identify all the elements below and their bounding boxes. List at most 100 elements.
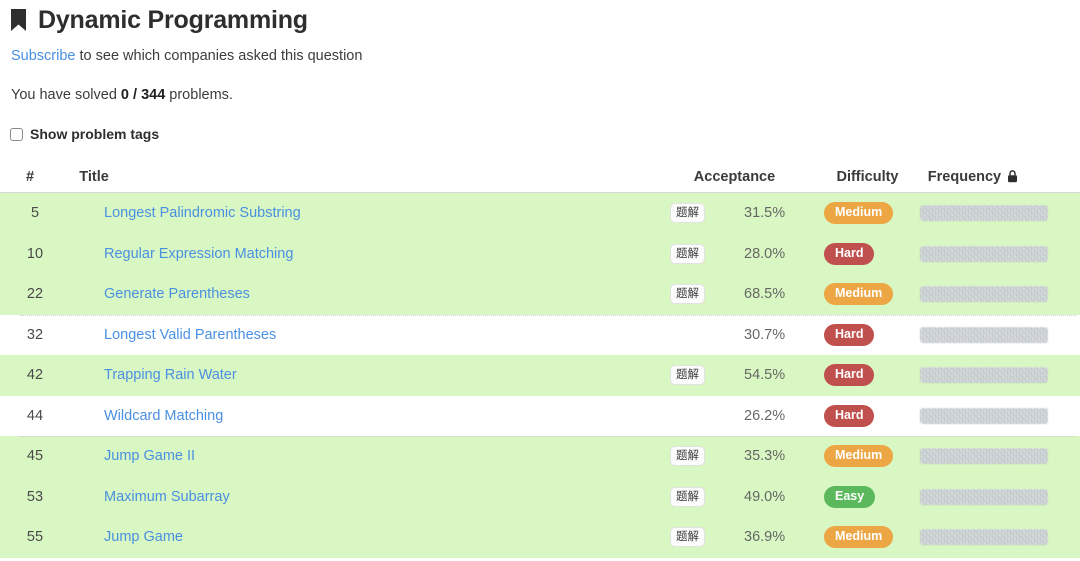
problem-title-cell: Generate Parentheses bbox=[82, 285, 670, 303]
problem-number: 53 bbox=[26, 488, 44, 505]
problem-title-link[interactable]: Jump Game II bbox=[104, 448, 195, 464]
difficulty-cell: Medium bbox=[820, 445, 920, 468]
difficulty-cell: Medium bbox=[820, 283, 920, 306]
problems-table: # Title Acceptance Difficulty Frequency … bbox=[0, 161, 1080, 558]
difficulty-badge: Hard bbox=[824, 364, 875, 387]
frequency-bar-blurred bbox=[920, 448, 1048, 465]
solution-cell: 题解 bbox=[670, 486, 728, 507]
problem-title-link[interactable]: Wildcard Matching bbox=[104, 408, 223, 424]
acceptance-rate: 26.2% bbox=[744, 407, 786, 424]
solution-badge[interactable]: 题解 bbox=[670, 365, 705, 386]
acceptance-rate: 54.5% bbox=[744, 367, 786, 384]
difficulty-cell: Easy bbox=[820, 485, 920, 508]
difficulty-cell: Medium bbox=[820, 202, 920, 225]
acceptance-rate: 28.0% bbox=[744, 245, 786, 262]
difficulty-cell: Hard bbox=[820, 404, 920, 427]
column-header-difficulty[interactable]: Difficulty bbox=[836, 168, 927, 186]
frequency-cell bbox=[920, 286, 1080, 303]
solution-badge[interactable]: 题解 bbox=[670, 284, 705, 305]
solution-cell: 题解 bbox=[670, 284, 728, 305]
problem-number: 44 bbox=[26, 407, 44, 424]
solution-badge[interactable]: 题解 bbox=[670, 486, 705, 507]
table-body: 5 Longest Palindromic Substring 题解 31.5% Med… bbox=[0, 193, 1080, 558]
frequency-cell bbox=[920, 529, 1080, 546]
problem-number: 5 bbox=[30, 205, 40, 222]
acceptance-rate: 36.9% bbox=[744, 529, 786, 546]
frequency-bar-blurred bbox=[920, 286, 1048, 303]
table-row[interactable]: 10 Regular Expression Matching 题解 28.0% Hard bbox=[0, 233, 1080, 274]
acceptance-rate: 30.7% bbox=[744, 326, 786, 343]
column-header-number[interactable]: # bbox=[0, 168, 79, 186]
subscribe-link[interactable]: Subscribe bbox=[11, 48, 75, 64]
problem-number: 55 bbox=[26, 529, 44, 546]
difficulty-badge: Medium bbox=[824, 283, 894, 306]
bookmark-icon bbox=[11, 9, 26, 31]
frequency-cell bbox=[920, 205, 1080, 222]
table-row[interactable]: 45 Jump Game II 题解 35.3% Medium bbox=[0, 436, 1080, 477]
difficulty-badge: Hard bbox=[824, 242, 875, 265]
difficulty-badge: Hard bbox=[824, 323, 875, 346]
problem-title-link[interactable]: Longest Valid Parentheses bbox=[104, 327, 276, 343]
lock-icon bbox=[1008, 170, 1018, 183]
problem-title-link[interactable]: Jump Game bbox=[104, 529, 183, 545]
problem-title-link[interactable]: Trapping Rain Water bbox=[104, 367, 237, 383]
table-row[interactable]: 42 Trapping Rain Water 题解 54.5% Hard bbox=[0, 355, 1080, 396]
difficulty-cell: Hard bbox=[820, 323, 920, 346]
solved-progress: You have solved 0 / 344 problems. bbox=[0, 86, 1080, 105]
frequency-bar-blurred bbox=[920, 529, 1048, 546]
difficulty-badge: Easy bbox=[824, 485, 876, 508]
difficulty-badge: Medium bbox=[824, 202, 894, 225]
table-row[interactable]: 44 Wildcard Matching 26.2% Hard bbox=[0, 395, 1080, 436]
solution-badge[interactable]: 题解 bbox=[670, 446, 705, 467]
problem-title-link[interactable]: Longest Palindromic Substring bbox=[104, 205, 301, 221]
problem-title-link[interactable]: Generate Parentheses bbox=[104, 286, 250, 302]
table-row[interactable]: 55 Jump Game 题解 36.9% Medium bbox=[0, 517, 1080, 558]
difficulty-cell: Hard bbox=[820, 364, 920, 387]
show-problem-tags-label[interactable]: Show problem tags bbox=[30, 126, 159, 142]
column-header-acceptance[interactable]: Acceptance bbox=[694, 168, 837, 186]
problem-number: 32 bbox=[26, 326, 44, 343]
acceptance-rate: 35.3% bbox=[744, 448, 786, 465]
solution-cell: 题解 bbox=[670, 203, 728, 224]
problem-number: 42 bbox=[26, 367, 44, 384]
table-row[interactable]: 53 Maximum Subarray 题解 49.0% Easy bbox=[0, 476, 1080, 517]
problem-title-cell: Maximum Subarray bbox=[82, 488, 670, 506]
column-header-frequency-label: Frequency bbox=[927, 168, 1002, 185]
solution-badge[interactable]: 题解 bbox=[670, 527, 705, 548]
acceptance-rate: 49.0% bbox=[744, 488, 786, 505]
problem-title-cell: Regular Expression Matching bbox=[82, 245, 670, 263]
problem-number: 22 bbox=[26, 286, 44, 303]
solution-badge[interactable]: 题解 bbox=[670, 243, 705, 264]
column-header-frequency[interactable]: Frequency bbox=[928, 168, 1080, 186]
frequency-bar-blurred bbox=[920, 488, 1048, 505]
solution-cell: 题解 bbox=[670, 527, 728, 548]
page-title: Dynamic Programming bbox=[38, 6, 308, 34]
frequency-bar-blurred bbox=[920, 245, 1048, 262]
frequency-cell bbox=[920, 245, 1080, 262]
subscribe-notice: Subscribe to see which companies asked t… bbox=[0, 47, 1080, 66]
solution-badge[interactable]: 题解 bbox=[670, 203, 705, 224]
table-row[interactable]: 32 Longest Valid Parentheses 30.7% Hard bbox=[0, 314, 1080, 355]
table-row[interactable]: 22 Generate Parentheses 题解 68.5% Medium bbox=[0, 274, 1080, 315]
column-header-title[interactable]: Title bbox=[79, 168, 638, 186]
problem-number: 10 bbox=[26, 245, 44, 262]
problem-title-cell: Longest Valid Parentheses bbox=[82, 326, 670, 344]
show-problem-tags-row[interactable]: Show problem tags bbox=[0, 126, 1080, 142]
solved-prefix: You have solved bbox=[11, 87, 121, 103]
problem-title-link[interactable]: Maximum Subarray bbox=[104, 489, 230, 505]
frequency-bar-blurred bbox=[920, 205, 1048, 222]
solution-cell: 题解 bbox=[670, 365, 728, 386]
frequency-bar-blurred bbox=[920, 367, 1048, 384]
difficulty-cell: Hard bbox=[820, 242, 920, 265]
frequency-bar-blurred bbox=[920, 407, 1048, 424]
difficulty-badge: Hard bbox=[824, 404, 875, 427]
problem-title-link[interactable]: Regular Expression Matching bbox=[104, 246, 293, 262]
show-problem-tags-checkbox[interactable] bbox=[10, 127, 23, 141]
acceptance-rate: 68.5% bbox=[744, 286, 786, 303]
subscribe-notice-text: to see which companies asked this questi… bbox=[75, 48, 363, 64]
table-row[interactable]: 5 Longest Palindromic Substring 题解 31.5% Med… bbox=[0, 193, 1080, 234]
frequency-cell bbox=[920, 488, 1080, 505]
problem-list-page: Dynamic Programming Subscribe to see whi… bbox=[0, 0, 1080, 561]
solved-suffix: problems. bbox=[165, 87, 233, 103]
frequency-cell bbox=[920, 367, 1080, 384]
